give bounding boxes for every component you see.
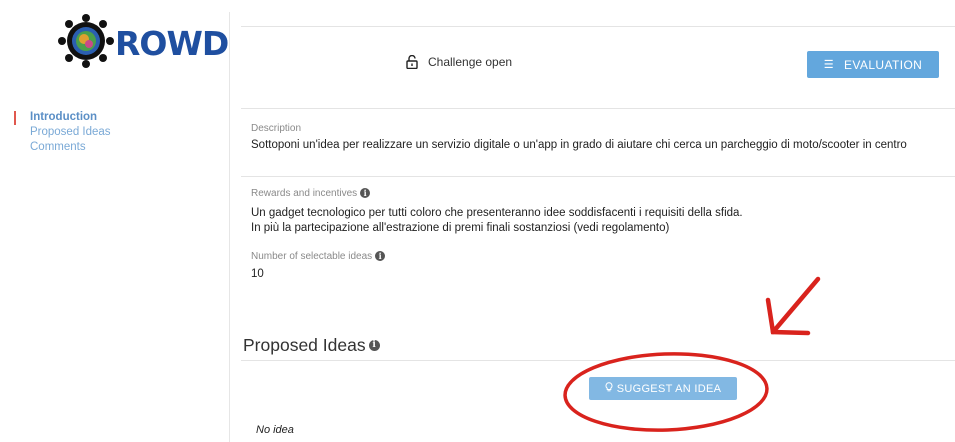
description-label: Description [251,123,302,134]
sidebar-item-comments[interactable]: Comments [30,141,86,153]
info-icon[interactable]: i [368,340,380,351]
logo-text: ROWD [115,24,229,63]
divider [241,360,955,361]
suggest-idea-button[interactable]: SUGGEST AN IDEA [589,377,737,400]
proposed-ideas-title: Proposed Ideas [243,335,366,355]
evaluation-button-label: EVALUATION [844,57,923,72]
suggest-idea-label: SUGGEST AN IDEA [616,382,722,395]
evaluation-button[interactable]: ☰ EVALUATION [807,51,939,78]
lock-open-icon [405,54,419,70]
sidebar-item-introduction[interactable]: Introduction [30,111,97,123]
selectable-label: Number of selectable ideas [251,251,373,262]
empty-ideas-text: No idea [256,424,294,436]
sidebar-item-proposed-ideas[interactable]: Proposed Ideas [30,126,111,138]
selectable-heading: Number of selectable ideas i [251,251,386,262]
annotation-arrow [765,276,821,336]
rewards-label: Rewards and incentives [251,188,358,199]
divider [241,26,955,27]
sidebar-divider [229,12,230,442]
active-nav-marker [14,111,16,125]
description-text: Sottoponi un'idea per realizzare un serv… [251,139,907,151]
divider [241,108,955,109]
rewards-line-2: In più la partecipazione all'estrazione … [251,222,670,234]
rewards-line-1: Un gadget tecnologico per tutti coloro c… [251,207,743,219]
info-icon[interactable]: i [375,251,386,262]
challenge-status: Challenge open [428,55,513,69]
list-icon: ☰ [823,59,834,71]
selectable-value: 10 [251,268,264,280]
rewards-heading: Rewards and incentives i [251,188,371,199]
logo-gear-icon [58,14,114,68]
lightbulb-icon [605,382,613,395]
divider [241,176,955,177]
proposed-ideas-heading: Proposed Ideas i [243,335,380,356]
info-icon[interactable]: i [360,188,371,199]
